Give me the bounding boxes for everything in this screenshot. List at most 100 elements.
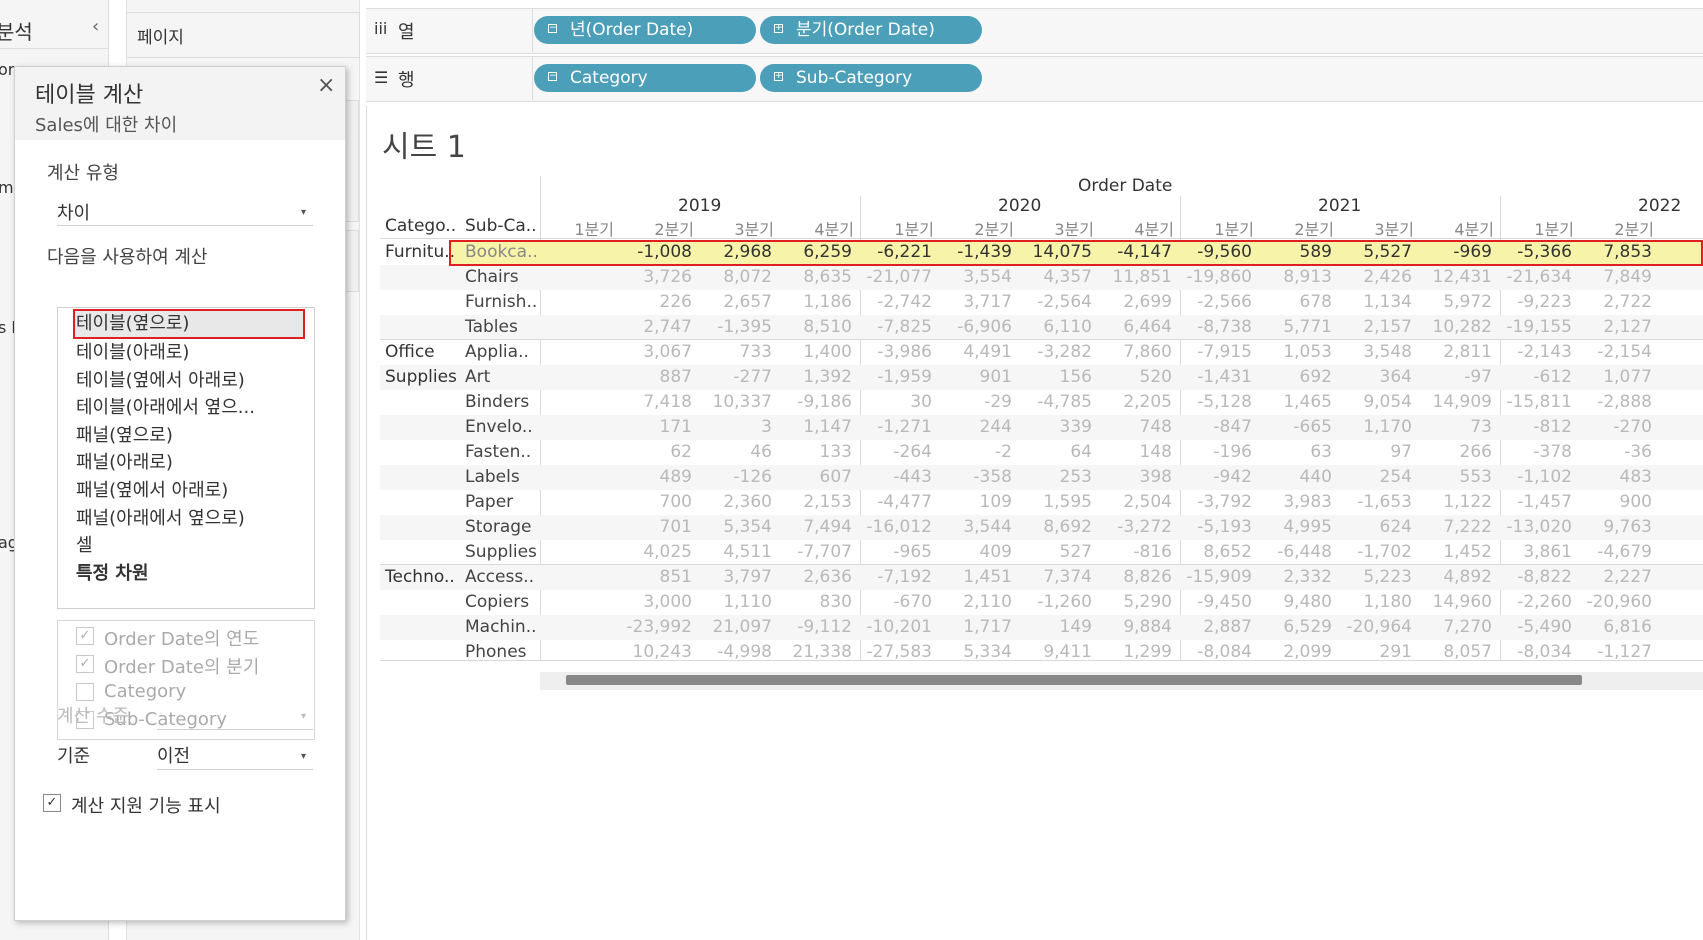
table-cell[interactable]: 11, bbox=[1660, 567, 1703, 587]
table-cell[interactable]: 527 bbox=[1020, 542, 1092, 562]
table-cell[interactable]: 17, bbox=[1660, 392, 1703, 412]
table-cell[interactable]: -378 bbox=[1500, 442, 1572, 462]
table-cell[interactable]: 364 bbox=[1340, 367, 1412, 387]
table-cell[interactable]: 733 bbox=[700, 342, 772, 362]
table-cell[interactable]: -4,679 bbox=[1580, 542, 1652, 562]
table-cell[interactable]: 97 bbox=[1340, 442, 1412, 462]
compute-option[interactable]: 테이블(아래로) bbox=[76, 338, 189, 364]
compute-using-list[interactable]: 테이블(옆으로) 테이블(아래로) 테이블(옆에서 아래로) 테이블(아래에서 … bbox=[57, 307, 315, 609]
table-cell[interactable]: 7,418 bbox=[620, 392, 692, 412]
table-cell[interactable]: 4, bbox=[1660, 542, 1703, 562]
expand-pill-icon[interactable]: + bbox=[774, 72, 783, 81]
table-cell[interactable]: 830 bbox=[780, 592, 852, 612]
table-cell[interactable]: 3,544 bbox=[940, 517, 1012, 537]
table-cell[interactable]: 2,127 bbox=[1580, 317, 1652, 337]
table-cell[interactable]: 8,913 bbox=[1260, 267, 1332, 287]
table-cell[interactable]: 8,826 bbox=[1100, 567, 1172, 587]
table-cell[interactable]: -27,583 bbox=[860, 642, 932, 662]
table-cell[interactable]: -4,147 bbox=[1100, 242, 1172, 262]
table-cell[interactable]: -812 bbox=[1500, 417, 1572, 437]
table-cell[interactable]: 3,554 bbox=[940, 267, 1012, 287]
table-cell[interactable]: 5,771 bbox=[1260, 317, 1332, 337]
table-cell[interactable]: 701 bbox=[620, 517, 692, 537]
subcategory-label[interactable]: Labels bbox=[465, 467, 520, 487]
table-cell[interactable]: 2,699 bbox=[1100, 292, 1172, 312]
table-cell[interactable]: 3,861 bbox=[1500, 542, 1572, 562]
table-cell[interactable]: 398 bbox=[1100, 467, 1172, 487]
table-cell[interactable]: -1,439 bbox=[940, 242, 1012, 262]
subcategory-label[interactable]: Furnish.. bbox=[465, 292, 537, 312]
table-cell[interactable]: -4,477 bbox=[860, 492, 932, 512]
table-cell[interactable]: -942 bbox=[1180, 467, 1252, 487]
table-cell[interactable]: 409 bbox=[940, 542, 1012, 562]
table-cell[interactable]: 9,763 bbox=[1580, 517, 1652, 537]
compute-option[interactable]: 셀 bbox=[76, 531, 93, 557]
pages-shelf[interactable]: 페이지 bbox=[126, 12, 360, 58]
table-cell[interactable]: -665 bbox=[1260, 417, 1332, 437]
table-cell[interactable]: -8,738 bbox=[1180, 317, 1252, 337]
table-cell[interactable]: -10,201 bbox=[860, 617, 932, 637]
subcategory-label[interactable]: Bookca.. bbox=[465, 242, 538, 262]
close-icon[interactable]: × bbox=[317, 73, 335, 98]
table-cell[interactable]: 21,097 bbox=[700, 617, 772, 637]
table-cell[interactable]: 109 bbox=[940, 492, 1012, 512]
table-cell[interactable]: 11,851 bbox=[1100, 267, 1172, 287]
table-cell[interactable]: -7,707 bbox=[780, 542, 852, 562]
table-cell[interactable]: -612 bbox=[1500, 367, 1572, 387]
scrollbar-thumb[interactable] bbox=[566, 675, 1582, 685]
table-cell[interactable]: 9,411 bbox=[1020, 642, 1092, 662]
table-cell[interactable]: 851 bbox=[620, 567, 692, 587]
category-label[interactable]: Supplies bbox=[385, 367, 457, 387]
table-cell[interactable]: 1,186 bbox=[780, 292, 852, 312]
table-cell[interactable]: 440 bbox=[1260, 467, 1332, 487]
dimension-checkbox[interactable]: ✓ bbox=[76, 655, 94, 673]
table-cell[interactable]: 2,722 bbox=[1580, 292, 1652, 312]
table-cell[interactable]: -8,034 bbox=[1500, 642, 1572, 662]
table-cell[interactable]: 8,652 bbox=[1180, 542, 1252, 562]
subcategory-label[interactable]: Copiers bbox=[465, 592, 529, 612]
table-cell[interactable]: 4,511 bbox=[700, 542, 772, 562]
table-cell[interactable]: 10,337 bbox=[700, 392, 772, 412]
table-cell[interactable]: -847 bbox=[1180, 417, 1252, 437]
table-cell[interactable]: 73 bbox=[1420, 417, 1492, 437]
table-cell[interactable]: 2,227 bbox=[1580, 567, 1652, 587]
table-cell[interactable]: -1,102 bbox=[1500, 467, 1572, 487]
table-cell[interactable]: 1,077 bbox=[1580, 367, 1652, 387]
table-cell[interactable]: 692 bbox=[1260, 367, 1332, 387]
compute-option[interactable]: 테이블(옆에서 아래로) bbox=[76, 366, 245, 392]
table-cell[interactable]: -5,490 bbox=[1500, 617, 1572, 637]
table-cell[interactable]: -2 bbox=[940, 442, 1012, 462]
table-cell[interactable]: 3,797 bbox=[700, 567, 772, 587]
table-cell[interactable]: 5,527 bbox=[1340, 242, 1412, 262]
table-cell[interactable]: 520 bbox=[1100, 367, 1172, 387]
table-cell[interactable]: -2,154 bbox=[1580, 342, 1652, 362]
table-cell[interactable]: -9,560 bbox=[1180, 242, 1252, 262]
table-cell[interactable]: 2,657 bbox=[700, 292, 772, 312]
table-cell[interactable]: 1,451 bbox=[940, 567, 1012, 587]
table-cell[interactable]: 226 bbox=[620, 292, 692, 312]
compute-option[interactable]: 패널(옆에서 아래로) bbox=[76, 476, 228, 502]
table-cell[interactable]: -1,702 bbox=[1340, 542, 1412, 562]
table-cell[interactable]: 5, bbox=[1660, 342, 1703, 362]
table-cell[interactable]: 2,110 bbox=[940, 592, 1012, 612]
table-cell[interactable]: -1,431 bbox=[1180, 367, 1252, 387]
collapse-pill-icon[interactable]: − bbox=[548, 24, 557, 33]
table-cell[interactable]: 589 bbox=[1260, 242, 1332, 262]
subcategory-label[interactable]: Chairs bbox=[465, 267, 519, 287]
table-cell[interactable]: -965 bbox=[860, 542, 932, 562]
table-cell[interactable]: 489 bbox=[620, 467, 692, 487]
table-cell[interactable]: -1,008 bbox=[620, 242, 692, 262]
table-cell[interactable]: 7,374 bbox=[1020, 567, 1092, 587]
subcategory-label[interactable]: Binders bbox=[465, 392, 529, 412]
table-cell[interactable]: 1, bbox=[1660, 292, 1703, 312]
compute-option[interactable]: 특정 차원 bbox=[76, 559, 149, 585]
table-cell[interactable]: 8,510 bbox=[780, 317, 852, 337]
table-cell[interactable]: 1,110 bbox=[700, 592, 772, 612]
table-cell[interactable]: 3 bbox=[700, 417, 772, 437]
table-cell[interactable]: 607 bbox=[780, 467, 852, 487]
table-cell[interactable]: 4,892 bbox=[1420, 567, 1492, 587]
table-cell[interactable]: -6,448 bbox=[1260, 542, 1332, 562]
table-cell[interactable]: -15,909 bbox=[1180, 567, 1252, 587]
subcategory-label[interactable]: Storage bbox=[465, 517, 532, 537]
table-cell[interactable]: 6,464 bbox=[1100, 317, 1172, 337]
